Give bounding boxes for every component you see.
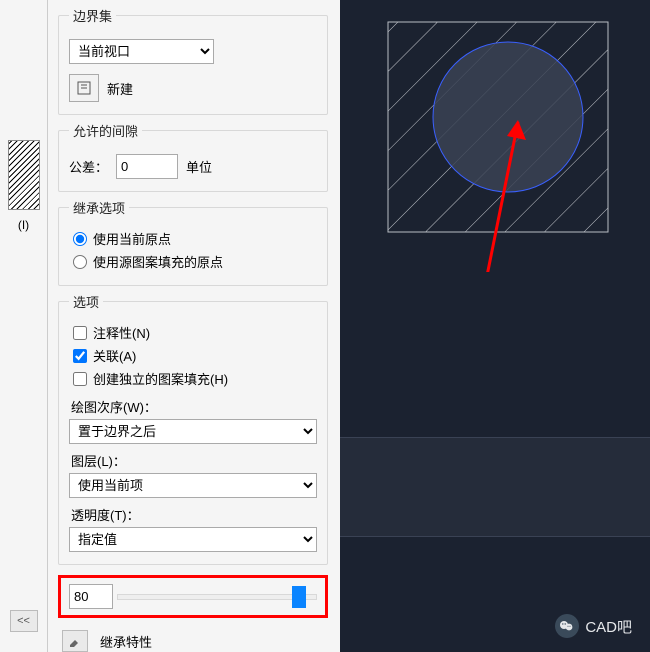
new-boundary-icon-button[interactable] [69,74,99,102]
inherit-legend: 继承选项 [69,198,129,217]
options-legend: 选项 [69,292,103,311]
transparency-value-input[interactable] [69,584,113,609]
inherit-props-label: 继承特性 [100,632,152,651]
boundary-set-legend: 边界集 [69,6,116,25]
options-group: 选项 注释性(N) 关联(A) 创建独立的图案填充(H) 绘图次序(W)： 置于… [58,292,328,565]
annotative-checkbox[interactable]: 注释性(N) [69,321,317,344]
hatch-swatch[interactable] [8,140,40,210]
new-boundary-label: 新建 [107,79,133,98]
inherit-current-radio[interactable]: 使用当前原点 [69,227,317,250]
gap-legend: 允许的间隙 [69,121,142,140]
watermark: CAD吧 [555,614,632,638]
tolerance-label: 公差： [69,157,108,176]
wechat-icon [555,614,579,638]
inherit-current-radio-input[interactable] [73,232,87,246]
swatch-label: (I) [18,218,29,232]
inherit-source-label: 使用源图案填充的原点 [93,252,223,271]
transparency-dropdown[interactable]: 指定值 [69,527,317,552]
associative-checkbox[interactable]: 关联(A) [69,344,317,367]
inherit-props-row: 继承特性 [58,630,328,652]
watermark-text: CAD吧 [585,616,632,637]
tolerance-input[interactable] [116,154,178,179]
annotative-checkbox-input[interactable] [73,326,87,340]
transparency-label: 透明度(T)： [71,505,317,524]
boundary-set-group: 边界集 当前视口 新建 [58,6,328,115]
command-area[interactable] [340,437,650,537]
hatch-preview [368,12,628,272]
annotative-label: 注释性(N) [93,323,150,342]
inherit-source-radio[interactable]: 使用源图案填充的原点 [69,250,317,273]
associative-label: 关联(A) [93,346,136,365]
transparency-slider-row [58,575,328,618]
options-panel: 边界集 当前视口 新建 允许的间隙 公差： 单位 继承选项 使用当前原点 [48,0,340,652]
layer-label: 图层(L)： [71,451,317,470]
boundary-set-dropdown[interactable]: 当前视口 [69,39,214,64]
inherit-current-label: 使用当前原点 [93,229,171,248]
layer-dropdown[interactable]: 使用当前项 [69,473,317,498]
gap-group: 允许的间隙 公差： 单位 [58,121,328,192]
left-tool-column: (I) << [0,0,48,652]
inherit-source-radio-input[interactable] [73,255,87,269]
new-icon [77,81,91,95]
draw-order-label: 绘图次序(W)： [71,397,317,416]
transparency-slider-thumb[interactable] [292,586,306,608]
eyedropper-icon [68,635,82,647]
draw-order-dropdown[interactable]: 置于边界之后 [69,419,317,444]
drawing-canvas[interactable]: CAD吧 [340,0,650,652]
transparency-slider[interactable] [117,594,317,600]
separate-checkbox-input[interactable] [73,372,87,386]
separate-checkbox[interactable]: 创建独立的图案填充(H) [69,367,317,390]
units-label: 单位 [186,157,212,176]
associative-checkbox-input[interactable] [73,349,87,363]
collapse-button[interactable]: << [10,610,38,632]
inherit-props-icon-button[interactable] [62,630,88,652]
inherit-group: 继承选项 使用当前原点 使用源图案填充的原点 [58,198,328,286]
separate-label: 创建独立的图案填充(H) [93,369,228,388]
